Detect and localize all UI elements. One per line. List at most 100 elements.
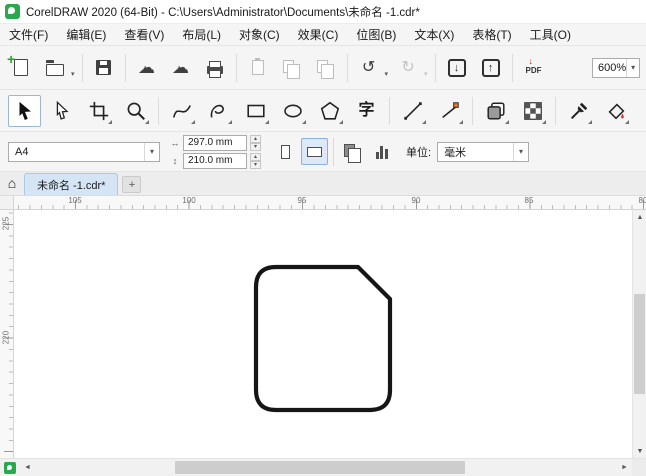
menu-item-table[interactable]: 表格(T): [463, 24, 520, 45]
ruler-origin-corner[interactable]: [0, 196, 14, 210]
all-pages-button[interactable]: [339, 138, 366, 165]
menu-item-tools[interactable]: 工具(O): [521, 24, 580, 45]
publish-pdf-button[interactable]: PDF: [518, 52, 550, 84]
zoom-level-select[interactable]: 600%: [592, 57, 640, 78]
polygon-tool[interactable]: [313, 95, 346, 127]
portrait-icon: [281, 144, 290, 159]
menu-item-effects[interactable]: 效果(C): [289, 24, 348, 45]
pick-tool-icon: [19, 101, 31, 120]
scroll-down-icon[interactable]: [633, 444, 646, 458]
new-document-button[interactable]: [5, 52, 37, 84]
chevron-down-icon[interactable]: [626, 58, 639, 77]
artistic-media-tool[interactable]: [202, 95, 235, 127]
open-button[interactable]: [39, 52, 71, 84]
vertical-ruler[interactable]: 225 220: [0, 210, 14, 458]
print-button[interactable]: [199, 52, 231, 84]
copy-button[interactable]: [276, 52, 308, 84]
toolbar-separator: [81, 53, 83, 82]
document-tabbar: 未命名 -1.cdr* +: [0, 172, 646, 196]
portrait-button[interactable]: [272, 138, 299, 165]
chevron-down-icon[interactable]: [144, 142, 159, 161]
scroll-right-icon[interactable]: [617, 459, 632, 476]
drop-shadow-tool[interactable]: [479, 95, 512, 127]
undo-dropdown-icon[interactable]: [385, 70, 389, 78]
save-to-cloud-button[interactable]: [131, 52, 163, 84]
drawing-canvas[interactable]: [14, 210, 632, 458]
connector-tool-icon: [441, 101, 459, 118]
landscape-button[interactable]: [301, 138, 328, 165]
menu-item-object[interactable]: 对象(C): [230, 24, 289, 45]
stepper-up-icon[interactable]: [250, 134, 261, 143]
interactive-fill-tool[interactable]: [599, 95, 632, 127]
paste-button[interactable]: [310, 52, 342, 84]
connector-tool[interactable]: [433, 95, 466, 127]
export-button[interactable]: [475, 52, 507, 84]
current-page-button[interactable]: [368, 138, 395, 165]
stepper-up-icon[interactable]: [250, 152, 261, 161]
scroll-up-icon[interactable]: [633, 210, 646, 224]
freehand-tool[interactable]: [165, 95, 198, 127]
eyedropper-tool[interactable]: [562, 95, 595, 127]
undo-button[interactable]: [353, 52, 385, 84]
stepper-down-icon[interactable]: [250, 142, 261, 151]
crop-tool[interactable]: [82, 95, 115, 127]
horizontal-scroll-track[interactable]: [35, 459, 617, 476]
units-select[interactable]: 毫米: [437, 141, 530, 162]
crop-tool-icon: [89, 101, 108, 120]
document-tab[interactable]: 未命名 -1.cdr*: [24, 173, 119, 195]
toolbar-separator: [124, 53, 126, 82]
toolbar-separator: [389, 96, 390, 125]
vertical-scrollbar[interactable]: [632, 210, 646, 458]
vertical-scroll-thumb[interactable]: [634, 294, 645, 394]
cloud-open-icon: [172, 59, 189, 76]
pick-tool[interactable]: [8, 94, 41, 127]
text-tool[interactable]: 字: [350, 95, 383, 127]
menu-item-file[interactable]: 文件(F): [0, 24, 57, 45]
menu-item-edit[interactable]: 编辑(E): [57, 24, 115, 45]
canvas-shape[interactable]: [253, 264, 393, 413]
dimension-tool[interactable]: [396, 95, 429, 127]
menu-item-bitmaps[interactable]: 位图(B): [347, 24, 405, 45]
horizontal-scrollbar[interactable]: [20, 459, 632, 476]
page-height-field[interactable]: 210.0 mm: [183, 152, 247, 169]
menu-item-view[interactable]: 查看(V): [115, 24, 173, 45]
copy-icon: [282, 59, 300, 79]
page-size-select[interactable]: A4: [8, 141, 160, 162]
cut-icon: [251, 58, 264, 75]
stepper-down-icon[interactable]: [250, 160, 261, 169]
chevron-down-icon[interactable]: [513, 142, 528, 161]
artistic-media-tool-icon: [210, 104, 224, 118]
units-value: 毫米: [444, 146, 467, 159]
save-button[interactable]: [88, 52, 120, 84]
transparency-tool[interactable]: [516, 95, 549, 127]
menu-item-text[interactable]: 文本(X): [405, 24, 463, 45]
export-icon: [481, 58, 500, 77]
redo-button[interactable]: [392, 52, 424, 84]
ellipse-tool[interactable]: [276, 95, 309, 127]
menubar: 文件(F) 编辑(E) 查看(V) 布局(L) 对象(C) 效果(C) 位图(B…: [0, 24, 646, 46]
welcome-home-button[interactable]: [0, 171, 24, 195]
zoom-tool-icon: [127, 102, 145, 120]
toolbar-separator: [511, 53, 513, 82]
new-document-tab-button[interactable]: +: [122, 176, 142, 193]
redo-dropdown-icon[interactable]: [424, 70, 428, 78]
rectangle-tool[interactable]: [239, 95, 272, 127]
open-from-cloud-button[interactable]: [165, 52, 197, 84]
page-width-value: 297.0 mm: [188, 137, 233, 148]
undo-icon: [362, 60, 375, 76]
menu-item-layout[interactable]: 布局(L): [173, 24, 230, 45]
horizontal-ruler[interactable]: 105 100 95 90 85 80: [14, 196, 646, 210]
save-icon: [96, 60, 112, 75]
plus-icon: +: [128, 178, 136, 191]
open-dropdown-icon[interactable]: [71, 70, 75, 78]
interactive-fill-tool-icon: [607, 102, 624, 119]
pages-icon: [343, 143, 361, 163]
cut-button[interactable]: [242, 52, 274, 84]
zoom-tool[interactable]: [119, 95, 152, 127]
shape-tool[interactable]: [45, 95, 78, 127]
import-button[interactable]: [441, 52, 473, 84]
horizontal-scroll-thumb[interactable]: [175, 461, 465, 474]
ruler-label: 225: [1, 216, 11, 231]
page-width-field[interactable]: 297.0 mm: [183, 134, 247, 151]
scroll-left-icon[interactable]: [20, 459, 35, 476]
